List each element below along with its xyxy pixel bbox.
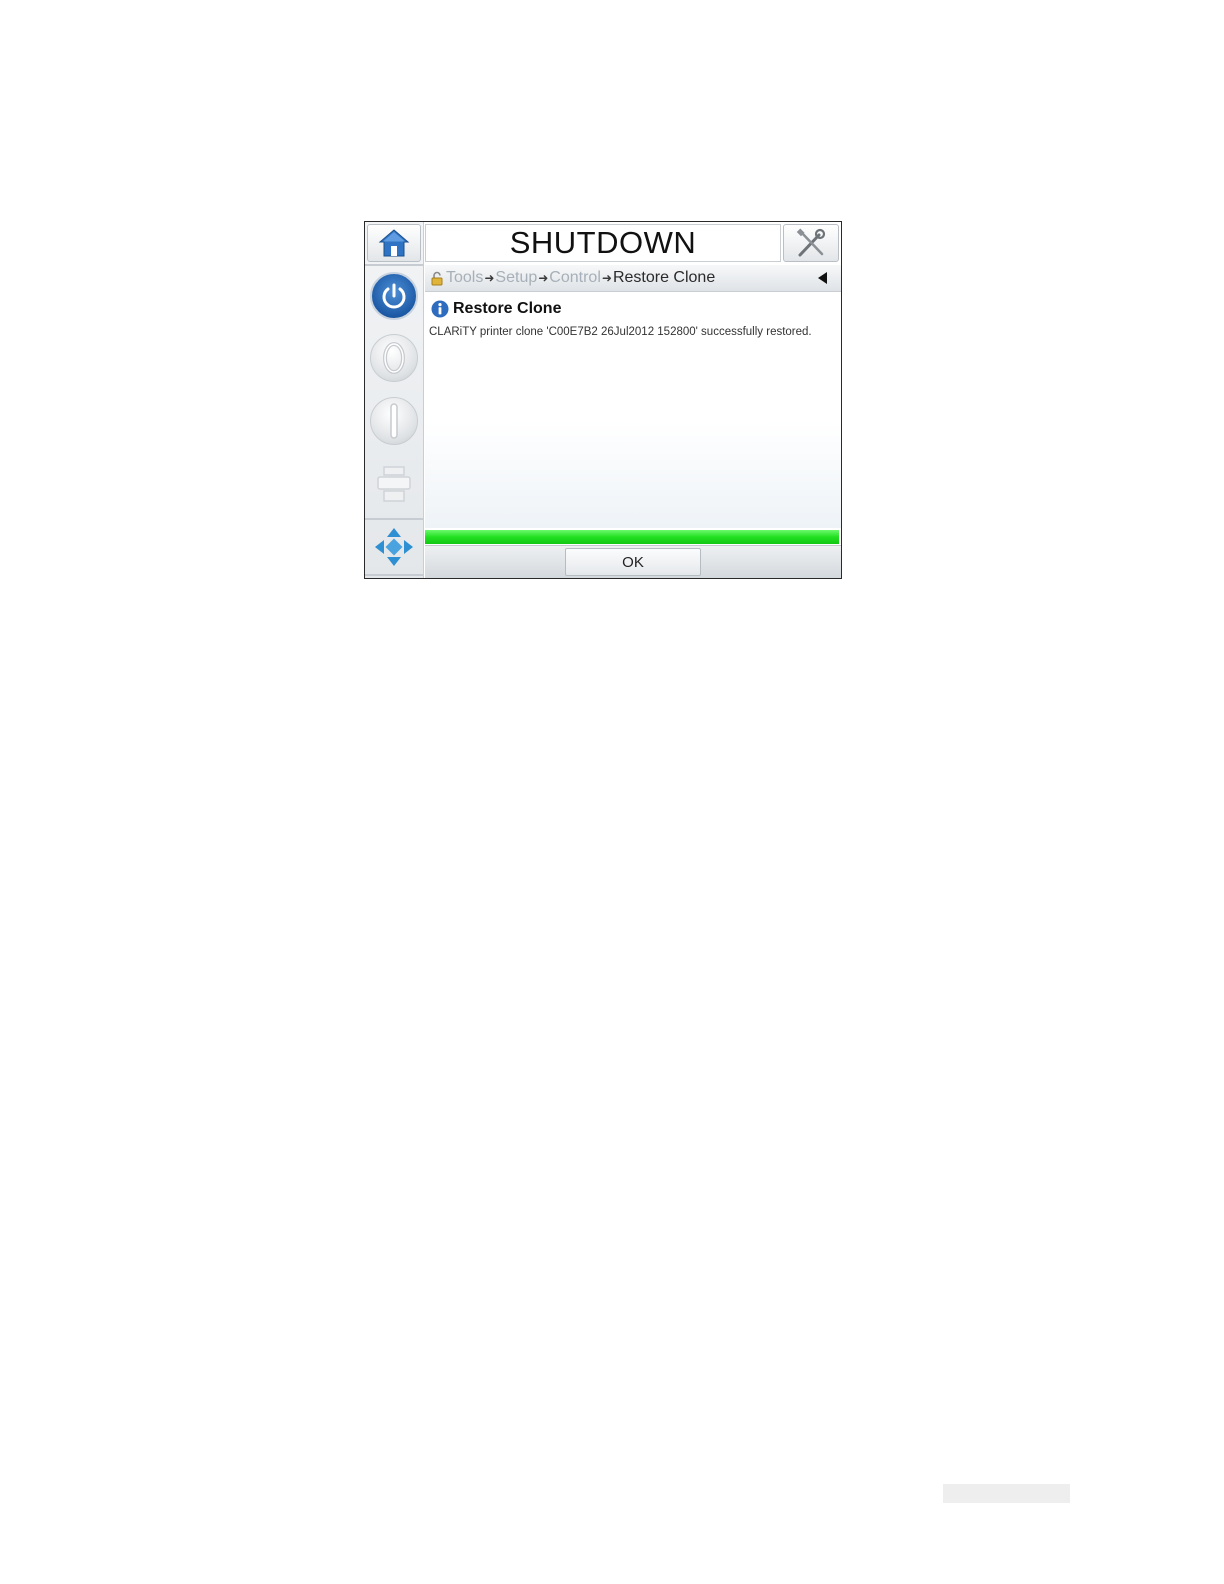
progress-fill xyxy=(425,530,839,544)
printer-screen: SHUTDOWN Tools ➜ Setup ➜ Control ➜ Resto… xyxy=(364,221,842,579)
navigate-button[interactable] xyxy=(367,522,421,572)
breadcrumb-item-tools[interactable]: Tools xyxy=(446,269,483,287)
bar-icon xyxy=(390,403,398,439)
dialog-footer: OK xyxy=(425,545,841,578)
dialog-message: CLARiTY printer clone 'C00E7B2 26Jul2012… xyxy=(429,326,812,338)
print-button[interactable] xyxy=(370,460,418,508)
sidebar-divider xyxy=(365,264,423,266)
jet-stop-button[interactable] xyxy=(370,397,418,445)
breadcrumb: Tools ➜ Setup ➜ Control ➜ Restore Clone xyxy=(425,265,841,292)
lock-icon xyxy=(430,271,444,286)
breadcrumb-separator: ➜ xyxy=(538,271,549,285)
dialog-content: Restore Clone CLARiTY printer clone 'C00… xyxy=(425,292,841,528)
home-icon xyxy=(378,229,410,257)
back-button[interactable] xyxy=(815,270,831,286)
info-icon xyxy=(431,300,449,318)
tools-icon xyxy=(796,228,826,257)
breadcrumb-separator: ➜ xyxy=(484,271,495,285)
dialog-title-text: Restore Clone xyxy=(453,300,562,317)
breadcrumb-item-setup[interactable]: Setup xyxy=(495,269,537,287)
back-arrow-icon xyxy=(818,272,827,284)
left-sidebar xyxy=(365,222,424,578)
navigate-arrows-icon xyxy=(375,528,413,566)
breadcrumb-separator: ➜ xyxy=(601,271,612,285)
power-button[interactable] xyxy=(370,272,418,320)
ok-button[interactable]: OK xyxy=(565,548,701,576)
sidebar-divider xyxy=(365,518,423,520)
dialog-title: Restore Clone xyxy=(431,300,561,318)
sidebar-divider xyxy=(365,574,423,576)
power-icon xyxy=(382,283,406,309)
jet-start-button[interactable] xyxy=(370,334,418,382)
page-title: SHUTDOWN xyxy=(425,224,781,262)
breadcrumb-item-control[interactable]: Control xyxy=(549,269,601,287)
home-button[interactable] xyxy=(367,224,421,262)
breadcrumb-current: Restore Clone xyxy=(612,269,716,286)
printer-icon xyxy=(377,466,411,502)
page: SHUTDOWN Tools ➜ Setup ➜ Control ➜ Resto… xyxy=(0,0,1224,1584)
tools-button[interactable] xyxy=(783,224,839,262)
ring-icon xyxy=(383,342,405,374)
progress-bar xyxy=(425,530,839,544)
page-footer-bar xyxy=(943,1484,1070,1503)
